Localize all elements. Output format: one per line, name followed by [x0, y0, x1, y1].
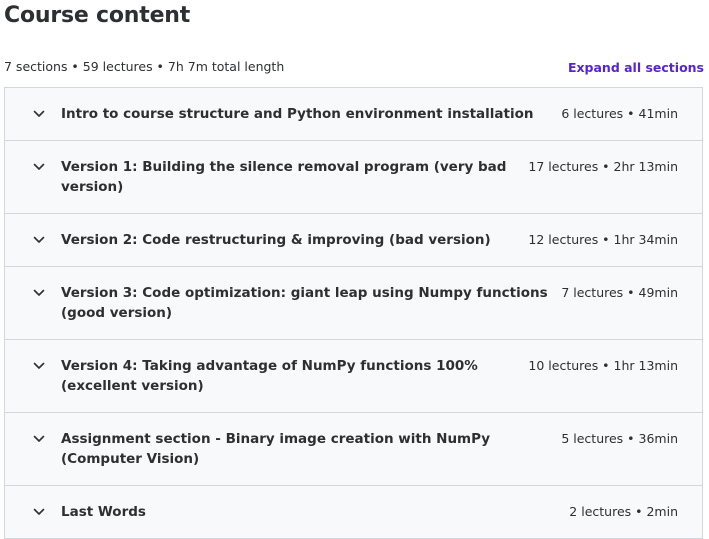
section-meta: 7 lectures • 49min	[561, 285, 678, 300]
chevron-down-icon	[33, 157, 45, 177]
section-title: Version 4: Taking advantage of NumPy fun…	[61, 358, 478, 394]
page-title: Course content	[4, 3, 191, 28]
chevron-down-icon	[33, 502, 45, 522]
section-meta: 5 lectures • 36min	[561, 431, 678, 446]
section-item[interactable]: Intro to course structure and Python env…	[5, 88, 702, 141]
section-title: Intro to course structure and Python env…	[61, 106, 534, 122]
section-meta: 6 lectures • 41min	[561, 106, 678, 121]
chevron-down-icon	[33, 104, 45, 124]
section-title: Version 3: Code optimization: giant leap…	[61, 285, 548, 321]
chevron-down-icon	[33, 230, 45, 250]
section-item[interactable]: Assignment section - Binary image creati…	[5, 413, 702, 486]
section-title: Last Words	[61, 504, 146, 520]
section-meta: 2 lectures • 2min	[569, 504, 678, 519]
course-summary: 7 sections • 59 lectures • 7h 7m total l…	[4, 59, 285, 74]
section-item[interactable]: Last Words 2 lectures • 2min	[5, 486, 702, 538]
expand-all-sections-button[interactable]: Expand all sections	[568, 59, 704, 77]
section-meta: 10 lectures • 1hr 13min	[528, 358, 678, 373]
section-item[interactable]: Version 3: Code optimization: giant leap…	[5, 267, 702, 340]
sections-list: Intro to course structure and Python env…	[4, 87, 703, 539]
chevron-down-icon	[33, 283, 45, 303]
section-title: Assignment section - Binary image creati…	[61, 431, 491, 467]
section-meta: 12 lectures • 1hr 34min	[528, 232, 678, 247]
chevron-down-icon	[33, 356, 45, 376]
section-item[interactable]: Version 4: Taking advantage of NumPy fun…	[5, 340, 702, 413]
section-item[interactable]: Version 2: Code restructuring & improvin…	[5, 214, 702, 267]
section-meta: 17 lectures • 2hr 13min	[528, 159, 678, 174]
section-title: Version 1: Building the silence removal …	[61, 159, 507, 195]
section-item[interactable]: Version 1: Building the silence removal …	[5, 141, 702, 214]
chevron-down-icon	[33, 429, 45, 449]
section-title: Version 2: Code restructuring & improvin…	[61, 232, 491, 248]
